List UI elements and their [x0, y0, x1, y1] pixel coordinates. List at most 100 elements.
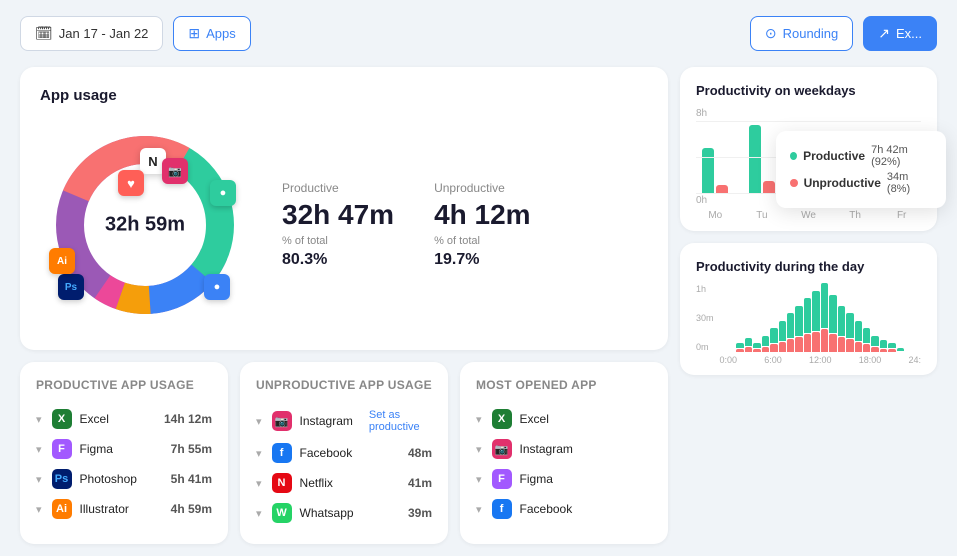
- prod-bar: [702, 148, 714, 193]
- day-bar-col: [863, 328, 870, 352]
- unproductive-label: Unproductive: [434, 181, 531, 195]
- chevron-icon: ▾: [36, 443, 42, 456]
- day-unprod-bar: [846, 339, 853, 352]
- productive-app-row: ▾ X Excel 14h 12m: [36, 404, 212, 434]
- day-bar-col: [795, 306, 802, 352]
- export-icon: ↗: [878, 25, 890, 42]
- productive-apps-title: Productive app usage: [36, 378, 212, 392]
- day-prod-bar: [821, 283, 828, 328]
- day-prod-bar: [795, 306, 802, 336]
- app-name: Facebook: [300, 446, 353, 460]
- day-bar-col: [880, 340, 887, 352]
- chevron-icon: ▾: [256, 415, 262, 428]
- app-usage-card: App usage: [20, 67, 668, 350]
- app-name: Illustrator: [80, 502, 163, 516]
- chevron-icon: ▾: [256, 447, 262, 460]
- weekday-label: Th: [836, 210, 875, 221]
- date-range-button[interactable]: 🗓 Jan 17 - Jan 22: [20, 16, 163, 51]
- productive-apps-list: ▾ X Excel 14h 12m ▾ F Figma 7h 55m ▾ Ps …: [36, 404, 212, 524]
- day-unprod-bar: [787, 339, 794, 352]
- weekday-chart-area: 8h: [696, 108, 921, 221]
- app-time: 14h 12m: [164, 412, 212, 426]
- day-unprod-bar: [770, 344, 777, 352]
- donut-center-time: 32h 59m: [105, 214, 185, 237]
- day-x-labels: 0:00 6:00 12:00 18:00 24:: [720, 355, 921, 365]
- tooltip-prod-val: 7h 42m (92%): [871, 144, 932, 168]
- day-prod-bar: [753, 343, 760, 348]
- bottom-row: Productive app usage ▾ X Excel 14h 12m ▾…: [20, 362, 668, 544]
- most-opened-app-row: ▾ X Excel: [476, 404, 652, 434]
- app-name: Facebook: [520, 502, 652, 516]
- app-time: 48m: [408, 446, 432, 460]
- productive-app-row: ▾ F Figma 7h 55m: [36, 434, 212, 464]
- day-unprod-bar: [863, 344, 870, 352]
- day-unprod-bar: [779, 342, 786, 352]
- day-bar-col: [871, 336, 878, 352]
- weekday-label: Fr: [882, 210, 921, 221]
- app-stats: Productive 32h 47m % of total 80.3% Unpr…: [282, 181, 531, 269]
- tooltip-unproductive-row: Unproductive 34m (8%): [790, 171, 932, 195]
- day-bar-col: [804, 298, 811, 352]
- day-prod-bar: [812, 291, 819, 331]
- right-panel: Productivity on weekdays 8h: [680, 67, 937, 544]
- day-prod-bar: [863, 328, 870, 343]
- app-name: Figma: [80, 442, 163, 456]
- day-chart-inner: 1h 30m 0m: [696, 284, 921, 365]
- chevron-icon: ▾: [476, 443, 482, 456]
- app-icon: F: [492, 469, 512, 489]
- tooltip-productive-row: Productive 7h 42m (92%): [790, 144, 932, 168]
- app-icon: X: [492, 409, 512, 429]
- unproductive-apps-title: Unproductive app usage: [256, 378, 432, 392]
- unprod-bar: [716, 185, 728, 193]
- day-bar-col: [770, 328, 777, 352]
- apps-filter-button[interactable]: ⊞ Apps: [173, 16, 250, 51]
- tooltip-unprod-val: 34m (8%): [887, 171, 932, 195]
- app-icon: W: [272, 503, 292, 523]
- most-opened-card: Most opened app ▾ X Excel ▾ 📷 Instagram …: [460, 362, 668, 544]
- set-productive-btn[interactable]: Set as productive: [369, 409, 432, 433]
- app-name: Instagram: [300, 414, 353, 428]
- apps-icon: ⊞: [188, 25, 200, 42]
- day-y-1h: 1h: [696, 284, 714, 294]
- day-bar-col: [897, 348, 904, 352]
- donut-chart: N 📷 ♥ Ps ●: [40, 120, 250, 330]
- app-icon: F: [52, 439, 72, 459]
- productive-pct-label: % of total: [282, 235, 394, 247]
- day-prod-bar: [829, 295, 836, 333]
- export-button[interactable]: ↗ Ex...: [863, 16, 937, 51]
- app-usage-title: App usage: [40, 87, 648, 104]
- productive-label: Productive: [282, 181, 394, 195]
- weekday-y-label-8h: 8h: [696, 108, 921, 119]
- unproductive-app-row: ▾ 📷 Instagram Set as productive: [256, 404, 432, 438]
- day-y-30m: 30m: [696, 313, 714, 323]
- productive-app-row: ▾ Ps Photoshop 5h 41m: [36, 464, 212, 494]
- app-icon: 📷: [492, 439, 512, 459]
- day-unprod-bar: [829, 334, 836, 352]
- day-unprod-bar: [736, 349, 743, 352]
- day-prod-bar: [846, 313, 853, 338]
- app-usage-inner: N 📷 ♥ Ps ●: [40, 120, 648, 330]
- unproductive-stat: Unproductive 4h 12m % of total 19.7%: [434, 181, 531, 269]
- day-chart-title: Productivity during the day: [696, 259, 921, 274]
- day-bar-col: [745, 338, 752, 352]
- day-prod-bar: [855, 321, 862, 341]
- day-y-0m: 0m: [696, 342, 714, 352]
- day-x-0: 0:00: [720, 355, 738, 365]
- productive-value: 32h 47m: [282, 199, 394, 231]
- export-label: Ex...: [896, 26, 922, 41]
- tooltip-unprod-dot: [790, 179, 798, 187]
- calendar-icon: 🗓: [35, 25, 53, 42]
- rounding-button[interactable]: ⊙ Rounding: [750, 16, 853, 51]
- unproductive-app-row: ▾ W Whatsapp 39m: [256, 498, 432, 528]
- day-bar-col: [821, 283, 828, 352]
- date-range-label: Jan 17 - Jan 22: [59, 26, 149, 41]
- day-chart-card: Productivity during the day 1h 30m 0m: [680, 243, 937, 375]
- chevron-icon: ▾: [256, 477, 262, 490]
- weekday-chart-card: Productivity on weekdays 8h: [680, 67, 937, 231]
- day-prod-bar: [745, 338, 752, 346]
- weekday-label: We: [789, 210, 828, 221]
- weekday-label: Tu: [743, 210, 782, 221]
- day-bar-col: [779, 321, 786, 352]
- app-name: Instagram: [520, 442, 652, 456]
- day-prod-bar: [871, 336, 878, 346]
